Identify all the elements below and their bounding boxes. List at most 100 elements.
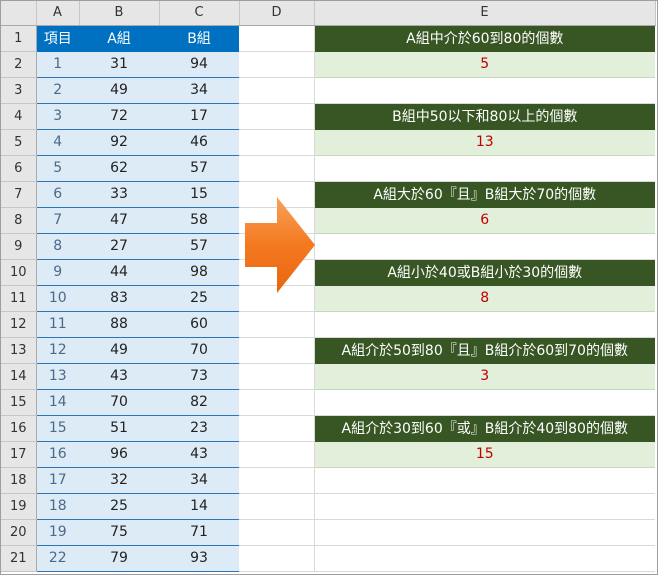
column-e-cell[interactable] <box>313 389 655 416</box>
result-title-cell[interactable]: A組中介於60到80的個數 <box>313 25 655 52</box>
column-e-cell[interactable] <box>313 77 655 104</box>
result-value-cell[interactable]: 3 <box>313 363 655 390</box>
row-header[interactable]: 3 <box>1 77 37 104</box>
row-header[interactable]: 15 <box>1 389 37 416</box>
column-d-cell[interactable] <box>239 337 315 364</box>
column-e-cell[interactable] <box>313 311 655 338</box>
group-a-cell[interactable]: 49 <box>79 337 159 364</box>
item-cell[interactable]: 12 <box>36 337 79 364</box>
column-d-cell[interactable] <box>239 77 315 104</box>
row-header[interactable]: 18 <box>1 467 37 494</box>
group-b-cell[interactable]: 57 <box>159 155 239 182</box>
row-header[interactable]: 19 <box>1 493 37 520</box>
group-a-cell[interactable]: 70 <box>79 389 159 416</box>
item-cell[interactable]: 4 <box>36 129 79 156</box>
row-header[interactable]: 5 <box>1 129 37 156</box>
row-header[interactable]: 20 <box>1 519 37 546</box>
row-header[interactable]: 13 <box>1 337 37 364</box>
column-d-cell[interactable] <box>239 519 315 546</box>
group-a-cell[interactable]: 49 <box>79 77 159 104</box>
column-d-cell[interactable] <box>239 545 315 572</box>
group-b-cell[interactable]: 60 <box>159 311 239 338</box>
item-cell[interactable]: 3 <box>36 103 79 130</box>
select-all-corner[interactable] <box>1 1 37 26</box>
column-e-cell[interactable] <box>313 519 655 546</box>
row-header[interactable]: 4 <box>1 103 37 130</box>
group-b-cell[interactable]: 94 <box>159 51 239 78</box>
column-header-a[interactable]: A <box>36 1 80 26</box>
item-cell[interactable]: 11 <box>36 311 79 338</box>
row-header[interactable]: 1 <box>1 25 37 52</box>
row-header[interactable]: 9 <box>1 233 37 260</box>
group-a-cell[interactable]: 51 <box>79 415 159 442</box>
item-cell[interactable]: 9 <box>36 259 79 286</box>
column-d-cell[interactable] <box>239 311 315 338</box>
result-value-cell[interactable]: 8 <box>313 285 655 312</box>
column-d-cell[interactable] <box>239 493 315 520</box>
group-a-cell[interactable]: 79 <box>79 545 159 572</box>
result-title-cell[interactable]: B組中50以下和80以上的個數 <box>313 103 655 130</box>
header-group-a-cell[interactable]: A組 <box>79 25 159 52</box>
group-a-cell[interactable]: 75 <box>79 519 159 546</box>
row-header[interactable]: 10 <box>1 259 37 286</box>
column-header-e[interactable]: E <box>314 1 656 26</box>
item-cell[interactable]: 2 <box>36 77 79 104</box>
result-title-cell[interactable]: A組小於40或B組小於30的個數 <box>313 259 655 286</box>
group-a-cell[interactable]: 32 <box>79 467 159 494</box>
row-header[interactable]: 2 <box>1 51 37 78</box>
group-b-cell[interactable]: 58 <box>159 207 239 234</box>
header-item-cell[interactable]: 項目 <box>36 25 79 52</box>
row-header[interactable]: 14 <box>1 363 37 390</box>
item-cell[interactable]: 15 <box>36 415 79 442</box>
column-d-cell[interactable] <box>239 25 315 52</box>
group-b-cell[interactable]: 57 <box>159 233 239 260</box>
item-cell[interactable]: 17 <box>36 467 79 494</box>
column-d-cell[interactable] <box>239 415 315 442</box>
column-d-cell[interactable] <box>239 51 315 78</box>
group-a-cell[interactable]: 27 <box>79 233 159 260</box>
result-title-cell[interactable]: A組介於30到60『或』B組介於40到80的個數 <box>313 415 655 442</box>
row-header[interactable]: 6 <box>1 155 37 182</box>
column-d-cell[interactable] <box>239 389 315 416</box>
group-a-cell[interactable]: 33 <box>79 181 159 208</box>
column-d-cell[interactable] <box>239 363 315 390</box>
group-a-cell[interactable]: 44 <box>79 259 159 286</box>
item-cell[interactable]: 19 <box>36 519 79 546</box>
row-header[interactable]: 12 <box>1 311 37 338</box>
column-d-cell[interactable] <box>239 155 315 182</box>
column-d-cell[interactable] <box>239 129 315 156</box>
group-a-cell[interactable]: 92 <box>79 129 159 156</box>
group-b-cell[interactable]: 34 <box>159 467 239 494</box>
row-header[interactable]: 16 <box>1 415 37 442</box>
group-b-cell[interactable]: 34 <box>159 77 239 104</box>
column-header-d[interactable]: D <box>239 1 315 26</box>
result-title-cell[interactable]: A組介於50到80『且』B組介於60到70的個數 <box>313 337 655 364</box>
item-cell[interactable]: 10 <box>36 285 79 312</box>
group-b-cell[interactable]: 25 <box>159 285 239 312</box>
group-a-cell[interactable]: 96 <box>79 441 159 468</box>
item-cell[interactable]: 6 <box>36 181 79 208</box>
column-e-cell[interactable] <box>313 155 655 182</box>
result-value-cell[interactable]: 13 <box>313 129 655 156</box>
column-d-cell[interactable] <box>239 467 315 494</box>
item-cell[interactable]: 8 <box>36 233 79 260</box>
item-cell[interactable]: 5 <box>36 155 79 182</box>
group-b-cell[interactable]: 14 <box>159 493 239 520</box>
item-cell[interactable]: 14 <box>36 389 79 416</box>
column-d-cell[interactable] <box>239 441 315 468</box>
column-e-cell[interactable] <box>313 545 655 572</box>
group-b-cell[interactable]: 15 <box>159 181 239 208</box>
group-b-cell[interactable]: 82 <box>159 389 239 416</box>
column-e-cell[interactable] <box>313 493 655 520</box>
group-a-cell[interactable]: 83 <box>79 285 159 312</box>
item-cell[interactable]: 16 <box>36 441 79 468</box>
item-cell[interactable]: 18 <box>36 493 79 520</box>
group-a-cell[interactable]: 88 <box>79 311 159 338</box>
group-a-cell[interactable]: 43 <box>79 363 159 390</box>
group-b-cell[interactable]: 73 <box>159 363 239 390</box>
item-cell[interactable]: 1 <box>36 51 79 78</box>
row-header[interactable]: 11 <box>1 285 37 312</box>
group-b-cell[interactable]: 98 <box>159 259 239 286</box>
row-header[interactable]: 8 <box>1 207 37 234</box>
column-header-c[interactable]: C <box>159 1 240 26</box>
